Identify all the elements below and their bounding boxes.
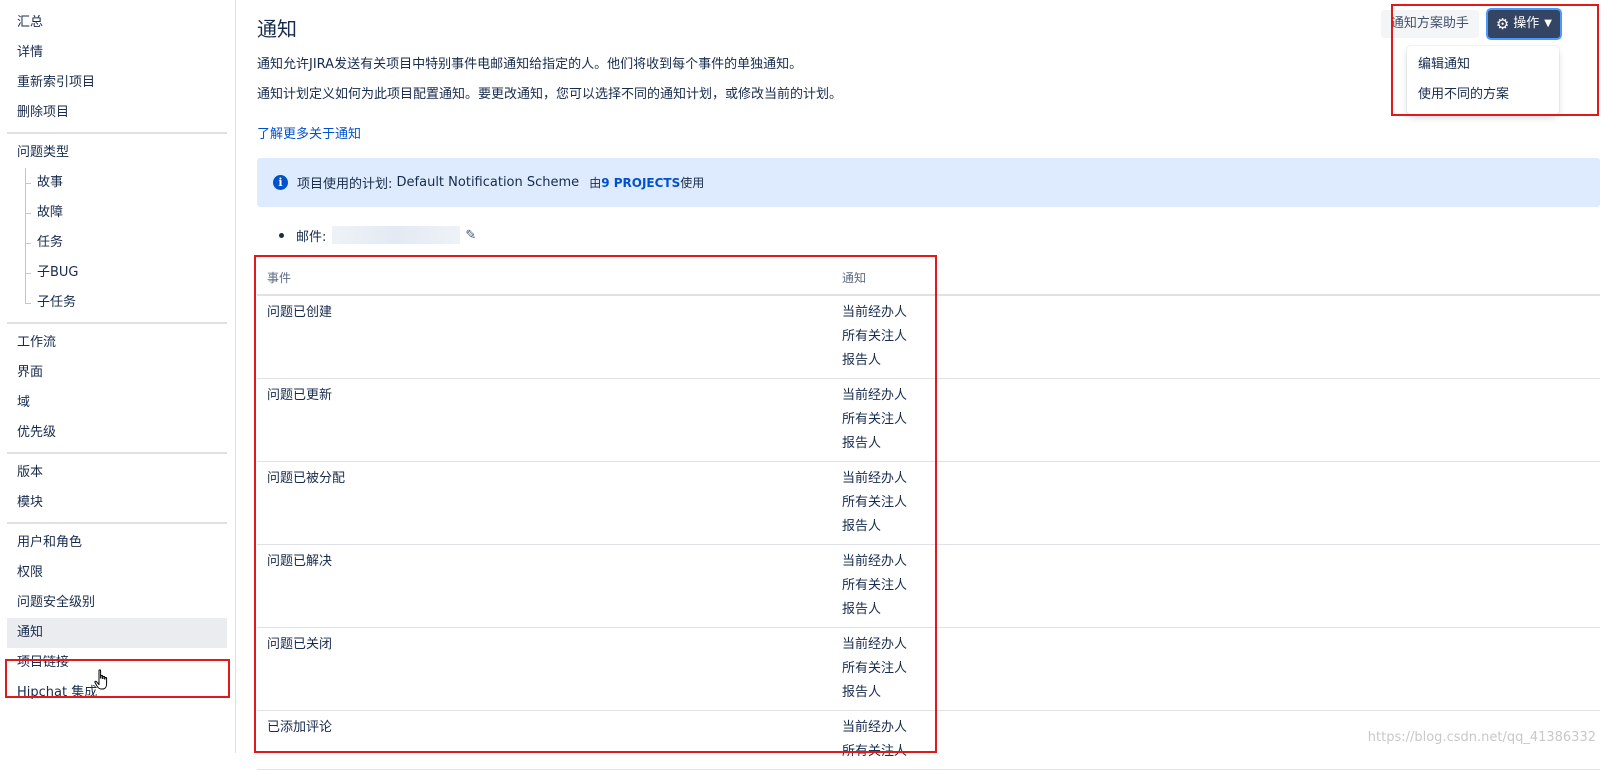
table-row: 问题已被分配当前经办人所有关注人报告人 — [257, 462, 1600, 545]
project-sidebar: 汇总详情重新索引项目删除项目问题类型故事故障任务子BUG子任务工作流界面域优先级… — [0, 0, 236, 753]
recipient: 所有关注人 — [842, 657, 1590, 681]
notification-cell: 当前经办人所有关注人报告人 — [832, 462, 1600, 545]
event-cell: 问题已关闭 — [257, 628, 832, 711]
sidebar-item[interactable]: 工作流 — [7, 328, 227, 358]
event-cell: 问题已更新 — [257, 379, 832, 462]
recipient: 所有关注人 — [842, 491, 1590, 515]
sidebar-group: 问题类型故事故障任务子BUG子任务 — [7, 134, 227, 324]
edit-pencil-icon[interactable]: ✎ — [465, 228, 476, 243]
recipient: 报告人 — [842, 349, 1590, 373]
recipient: 当前经办人 — [842, 467, 1590, 491]
recipient: 当前经办人 — [842, 384, 1590, 408]
gear-icon: ⚙ — [1496, 10, 1509, 38]
sidebar-group: 工作流界面域优先级 — [7, 324, 227, 454]
usage-suffix: 使用 — [680, 176, 704, 190]
sidebar-item[interactable]: 详情 — [7, 38, 227, 68]
sidebar-item[interactable]: Hipchat 集成 — [7, 678, 227, 708]
recipient: 报告人 — [842, 598, 1590, 622]
header-event: 事件 — [257, 263, 832, 295]
sidebar-item[interactable]: 版本 — [7, 458, 227, 488]
dropdown-edit-notifications[interactable]: 编辑通知 — [1407, 50, 1559, 80]
recipient: 所有关注人 — [842, 574, 1590, 598]
projects-link[interactable]: 9 PROJECTS — [601, 176, 680, 190]
sidebar-item[interactable]: 优先级 — [7, 418, 227, 448]
sidebar-item[interactable]: 删除项目 — [7, 98, 227, 128]
event-cell: 问题已解决 — [257, 545, 832, 628]
sidebar-group: 汇总详情重新索引项目删除项目 — [7, 0, 227, 134]
usage-prefix: 由 — [589, 176, 601, 190]
recipient: 报告人 — [842, 432, 1590, 456]
main-content: 通知 通知允许JIRA发送有关项目中特别事件电邮通知给指定的人。他们将收到每个事… — [257, 0, 1600, 770]
sidebar-item[interactable]: 重新索引项目 — [7, 68, 227, 98]
scheme-info-banner: i 项目使用的计划: Default Notification Scheme 由… — [257, 158, 1600, 207]
table-row: 问题已关闭当前经办人所有关注人报告人 — [257, 628, 1600, 711]
notification-cell: 当前经办人所有关注人报告人 — [832, 379, 1600, 462]
email-label: 邮件: — [296, 226, 326, 245]
sidebar-item[interactable]: 项目链接 — [7, 648, 227, 678]
email-value — [332, 226, 460, 244]
description-line-1: 通知允许JIRA发送有关项目中特别事件电邮通知给指定的人。他们将收到每个事件的单… — [257, 56, 1600, 73]
sidebar-item[interactable]: 用户和角色 — [7, 528, 227, 558]
sidebar-item[interactable]: 问题安全级别 — [7, 588, 227, 618]
sidebar-item[interactable]: 子任务 — [7, 288, 227, 318]
info-icon: i — [273, 175, 288, 190]
scheme-usage: 由9 PROJECTS使用 — [589, 174, 704, 191]
recipient: 当前经办人 — [842, 550, 1590, 574]
recipient: 报告人 — [842, 681, 1590, 705]
sidebar-item[interactable]: 通知 — [7, 618, 227, 648]
sidebar-item[interactable]: 权限 — [7, 558, 227, 588]
sidebar-item[interactable]: 故事 — [7, 168, 227, 198]
event-cell: 问题已创建 — [257, 295, 832, 379]
sidebar-item[interactable]: 域 — [7, 388, 227, 418]
table-row: 问题已解决当前经办人所有关注人报告人 — [257, 545, 1600, 628]
sidebar-item[interactable]: 故障 — [7, 198, 227, 228]
recipient: 所有关注人 — [842, 408, 1590, 432]
notification-cell: 当前经办人所有关注人报告人 — [832, 295, 1600, 379]
learn-more-link[interactable]: 了解更多关于通知 — [257, 123, 361, 142]
table-row: 问题已更新当前经办人所有关注人报告人 — [257, 379, 1600, 462]
hand-cursor-icon — [94, 669, 110, 691]
event-cell: 已添加评论 — [257, 711, 832, 770]
notification-cell: 当前经办人所有关注人报告人 — [832, 628, 1600, 711]
email-row: 邮件: ✎ — [257, 225, 1600, 245]
top-actions: 通知方案助手 ⚙ 操作 ▼ — [1381, 10, 1560, 38]
scheme-label: 项目使用的计划: — [297, 173, 392, 192]
actions-dropdown: 编辑通知 使用不同的方案 — [1407, 46, 1559, 114]
sidebar-item[interactable]: 子BUG — [7, 258, 227, 288]
sidebar-item[interactable]: 问题类型 — [7, 138, 227, 168]
sidebar-item[interactable]: 模块 — [7, 488, 227, 518]
recipient: 报告人 — [842, 515, 1590, 539]
notification-cell: 当前经办人所有关注人报告人 — [832, 545, 1600, 628]
actions-button[interactable]: ⚙ 操作 ▼ — [1488, 10, 1560, 38]
recipient: 所有关注人 — [842, 325, 1590, 349]
sidebar-item[interactable]: 汇总 — [7, 8, 227, 38]
table-row: 问题已创建当前经办人所有关注人报告人 — [257, 295, 1600, 379]
sidebar-group: 版本模块 — [7, 454, 227, 524]
recipient: 当前经办人 — [842, 301, 1590, 325]
sidebar-item[interactable]: 任务 — [7, 228, 227, 258]
watermark: https://blog.csdn.net/qq_41386332 — [1368, 730, 1596, 745]
actions-label: 操作 — [1513, 10, 1539, 38]
dropdown-use-different-scheme[interactable]: 使用不同的方案 — [1407, 80, 1559, 110]
sidebar-item[interactable]: 界面 — [7, 358, 227, 388]
recipient: 当前经办人 — [842, 633, 1590, 657]
chevron-down-icon: ▼ — [1544, 10, 1552, 38]
notification-table: 事件 通知 问题已创建当前经办人所有关注人报告人问题已更新当前经办人所有关注人报… — [257, 263, 1600, 770]
sidebar-group: 用户和角色权限问题安全级别通知项目链接Hipchat 集成 — [7, 524, 227, 712]
event-cell: 问题已被分配 — [257, 462, 832, 545]
header-notification: 通知 — [832, 263, 1600, 295]
description-line-2: 通知计划定义如何为此项目配置通知。要更改通知，您可以选择不同的通知计划，或修改当… — [257, 86, 1600, 103]
notification-helper-button[interactable]: 通知方案助手 — [1381, 10, 1479, 38]
scheme-name: Default Notification Scheme — [397, 175, 580, 190]
